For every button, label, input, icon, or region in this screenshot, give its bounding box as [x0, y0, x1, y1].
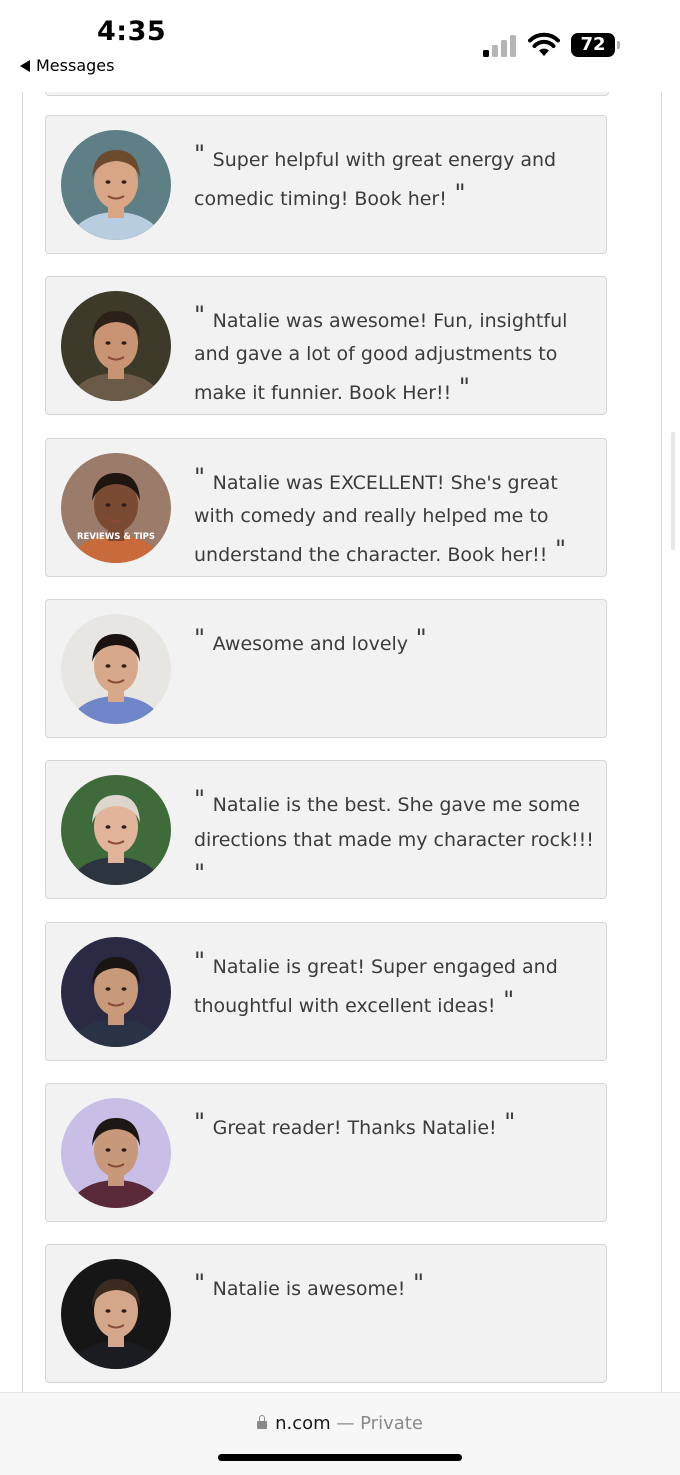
reviews-page[interactable]: " Super helpful with great energy and co…	[22, 92, 662, 1392]
back-to-messages-link[interactable]: Messages	[20, 56, 114, 75]
address-bar[interactable]: n.com — Private	[0, 1413, 680, 1434]
previous-review-card-edge	[45, 92, 609, 96]
review-text: Natalie is the best. She gave me some di…	[194, 794, 594, 851]
private-mode-label: Private	[360, 1413, 423, 1434]
open-quote-mark: "	[194, 140, 213, 168]
scroll-indicator[interactable]	[671, 432, 675, 550]
close-quote-mark: "	[194, 859, 206, 887]
reviewer-avatar: REVIEWS & TIPS	[61, 453, 171, 563]
review-card: " Super helpful with great energy and co…	[45, 115, 607, 254]
close-quote-mark: "	[446, 179, 466, 207]
review-card: REVIEWS & TIPS " Natalie was EXCELLENT! …	[45, 438, 607, 577]
close-quote-mark: "	[451, 373, 470, 401]
review-card: " Natalie is the best. She gave me some …	[45, 760, 607, 899]
reviewer-avatar	[61, 291, 171, 401]
reviewer-avatar	[61, 937, 171, 1047]
reviewer-avatar	[61, 1259, 171, 1369]
reviewer-avatar	[61, 775, 171, 885]
avatar-overlay-text: REVIEWS & TIPS	[77, 532, 155, 542]
back-triangle-icon	[20, 59, 30, 72]
clock: 4:35	[97, 16, 167, 47]
close-quote-mark: "	[495, 986, 515, 1014]
url-domain: n.com	[275, 1413, 331, 1434]
reviewer-avatar	[61, 1098, 171, 1208]
close-quote-mark: "	[547, 535, 567, 563]
review-quote: " Awesome and lovely "	[194, 622, 598, 661]
review-quote: " Super helpful with great energy and co…	[194, 138, 598, 216]
reviewer-avatar	[61, 614, 171, 724]
open-quote-mark: "	[194, 624, 213, 652]
home-indicator[interactable]	[218, 1454, 462, 1461]
battery-indicator: 72	[571, 33, 623, 57]
close-quote-mark: "	[496, 1108, 516, 1136]
close-quote-mark: "	[408, 624, 427, 652]
review-card: " Great reader! Thanks Natalie! "	[45, 1083, 607, 1222]
back-label: Messages	[36, 56, 115, 75]
battery-tip	[617, 41, 620, 49]
open-quote-mark: "	[194, 463, 213, 491]
open-quote-mark: "	[194, 785, 213, 813]
review-text: Natalie was EXCELLENT! She's great with …	[194, 472, 558, 566]
open-quote-mark: "	[194, 1108, 213, 1136]
open-quote-mark: "	[194, 947, 213, 975]
review-quote: " Natalie is awesome! "	[194, 1267, 598, 1306]
open-quote-mark: "	[194, 301, 213, 329]
reviewer-avatar	[61, 130, 171, 240]
review-quote: " Great reader! Thanks Natalie! "	[194, 1106, 598, 1145]
review-quote: " Natalie is great! Super engaged and th…	[194, 945, 598, 1023]
browser-bottom-bar: n.com — Private	[0, 1392, 680, 1475]
status-bar: 4:35 Messages 72	[0, 0, 680, 92]
cellular-signal-icon	[483, 35, 516, 57]
open-quote-mark: "	[194, 1269, 213, 1297]
review-quote: " Natalie is the best. She gave me some …	[194, 783, 598, 896]
wifi-icon	[528, 32, 560, 56]
review-text: Super helpful with great energy and come…	[194, 149, 557, 210]
close-quote-mark: "	[405, 1269, 425, 1297]
review-card: " Natalie is great! Super engaged and th…	[45, 922, 607, 1061]
battery-level: 72	[571, 33, 615, 57]
review-text: Natalie is awesome!	[212, 1278, 406, 1300]
review-quote: " Natalie was awesome! Fun, insightful a…	[194, 299, 598, 410]
review-text: Great reader! Thanks Natalie!	[212, 1117, 497, 1139]
review-quote: " Natalie was EXCELLENT! She's great wit…	[194, 461, 598, 572]
url-separator: —	[336, 1413, 355, 1434]
review-text: Awesome and lovely	[212, 633, 409, 655]
review-card: " Awesome and lovely "	[45, 599, 607, 738]
lock-icon	[257, 1415, 268, 1429]
review-card: " Natalie was awesome! Fun, insightful a…	[45, 276, 607, 415]
review-card: " Natalie is awesome! "	[45, 1244, 607, 1383]
review-text: Natalie was awesome! Fun, insightful and…	[194, 310, 568, 404]
